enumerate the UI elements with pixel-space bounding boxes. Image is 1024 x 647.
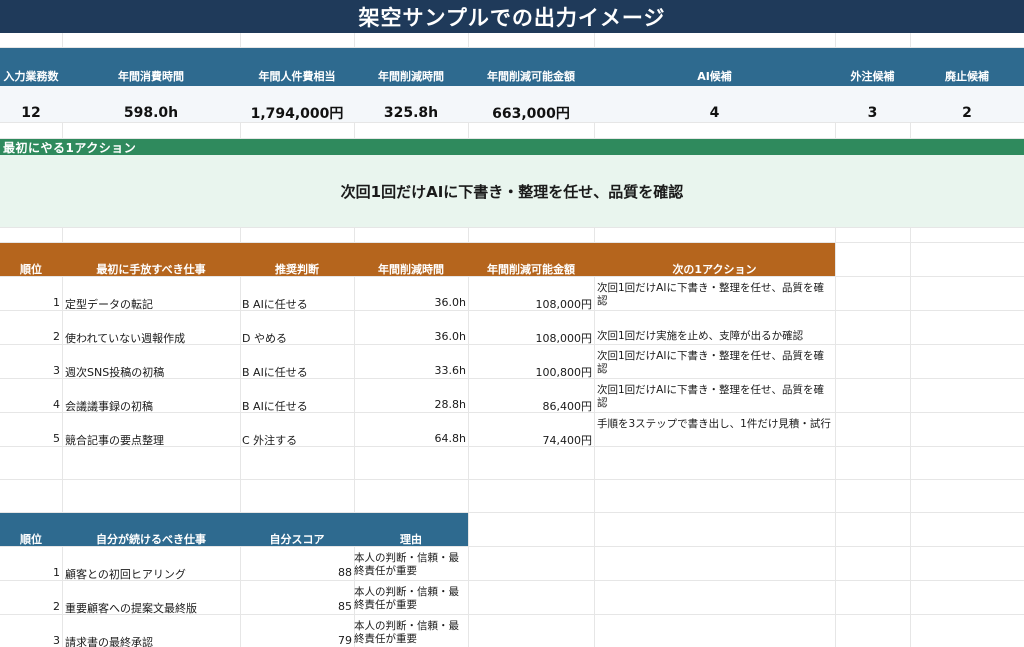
task-hours[interactable]: 64.8h [354,432,466,445]
task-header-next-action[interactable]: 次の1アクション [594,262,835,276]
kpi-value-abolish-candidates[interactable]: 2 [910,104,1024,122]
task-name[interactable]: 定型データの転記 [65,296,153,312]
kpi-value-ai-candidates[interactable]: 4 [594,104,835,122]
task-rank[interactable]: 1 [0,296,60,309]
keep-score[interactable]: 85 [240,600,352,613]
table-row[interactable]: 3 請求書の最終承認 79 本人の判断・信頼・最終責任が重要 [0,615,468,647]
task-rank[interactable]: 3 [0,364,60,377]
task-judge[interactable]: C 外注する [242,432,297,448]
table-row[interactable]: 1 定型データの転記 B AIに任せる 36.0h 108,000円 次回1回だ… [0,277,835,311]
task-name[interactable]: 競合記事の要点整理 [65,432,164,448]
keep-header-task[interactable]: 自分が続けるべき仕事 [62,532,240,546]
kpi-header-labor-cost[interactable]: 年間人件費相当 [240,68,354,84]
task-rank[interactable]: 5 [0,432,60,445]
task-header-judge[interactable]: 推奨判断 [240,262,354,276]
kpi-value-reduced-hours[interactable]: 325.8h [354,104,468,122]
task-header-hours[interactable]: 年間削減時間 [354,262,468,276]
first-action-text[interactable]: 次回1回だけAIに下書き・整理を任せ、品質を確認 [0,155,1024,227]
keep-rank[interactable]: 3 [0,634,60,647]
task-next-action[interactable]: 次回1回だけAIに下書き・整理を任せ、品質を確認 [597,282,832,308]
task-name[interactable]: 会議議事録の初稿 [65,398,153,414]
kpi-value-annual-hours[interactable]: 598.0h [62,104,240,122]
table-row[interactable]: 5 競合記事の要点整理 C 外注する 64.8h 74,400円 手順を3ステッ… [0,413,835,447]
task-next-action[interactable]: 手順を3ステップで書き出し、1件だけ見積・試行 [597,418,832,431]
task-name[interactable]: 使われていない週報作成 [65,330,185,346]
task-rank[interactable]: 2 [0,330,60,343]
task-rank[interactable]: 4 [0,398,60,411]
kpi-header-input-count[interactable]: 入力業務数 [0,68,62,84]
task-name[interactable]: 週次SNS投稿の初稿 [65,364,164,380]
gridline [910,33,911,647]
task-hours[interactable]: 33.6h [354,364,466,377]
keep-rank[interactable]: 1 [0,566,60,579]
gridline [835,33,836,647]
task-next-action[interactable]: 次回1回だけAIに下書き・整理を任せ、品質を確認 [597,384,832,410]
kpi-value-reduced-amount[interactable]: 663,000円 [468,104,594,122]
kpi-header-reduced-amount[interactable]: 年間削減可能金額 [468,68,594,84]
task-header-amount[interactable]: 年間削減可能金額 [468,262,594,276]
task-hours[interactable]: 36.0h [354,330,466,343]
kpi-header-annual-hours[interactable]: 年間消費時間 [62,68,240,84]
kpi-header-outsource-candidates[interactable]: 外注候補 [835,68,910,84]
keep-reason[interactable]: 本人の判断・信頼・最終責任が重要 [354,552,464,578]
task-hours[interactable]: 28.8h [354,398,466,411]
keep-score[interactable]: 79 [240,634,352,647]
task-judge[interactable]: D やめる [242,330,287,346]
keep-reason[interactable]: 本人の判断・信頼・最終責任が重要 [354,620,464,646]
task-header-task[interactable]: 最初に手放すべき仕事 [62,262,240,276]
kpi-value-input-count[interactable]: 12 [0,104,62,122]
keep-header-score[interactable]: 自分スコア [240,532,354,546]
keep-task[interactable]: 顧客との初回ヒアリング [65,566,186,582]
gridline [0,479,1024,480]
task-amount[interactable]: 74,400円 [468,432,593,448]
task-amount[interactable]: 108,000円 [468,296,593,312]
task-next-action[interactable]: 次回1回だけ実施を止め、支障が出るか確認 [597,330,832,343]
task-next-action[interactable]: 次回1回だけAIに下書き・整理を任せ、品質を確認 [597,350,832,376]
task-header-rank[interactable]: 順位 [0,262,62,276]
task-amount[interactable]: 100,800円 [468,364,593,380]
first-action-heading[interactable]: 最初にやる1アクション [0,139,1024,155]
table-row[interactable]: 1 顧客との初回ヒアリング 88 本人の判断・信頼・最終責任が重要 [0,547,468,581]
keep-rank[interactable]: 2 [0,600,60,613]
kpi-header-reduced-hours[interactable]: 年間削減時間 [354,68,468,84]
table-row[interactable]: 2 重要顧客への提案文最終版 85 本人の判断・信頼・最終責任が重要 [0,581,468,615]
keep-task[interactable]: 重要顧客への提案文最終版 [65,600,197,616]
table-row[interactable]: 4 会議議事録の初稿 B AIに任せる 28.8h 86,400円 次回1回だけ… [0,379,835,413]
task-judge[interactable]: B AIに任せる [242,398,308,414]
table-row[interactable]: 3 週次SNS投稿の初稿 B AIに任せる 33.6h 100,800円 次回1… [0,345,835,379]
page-title: 架空サンプルでの出力イメージ [0,0,1024,33]
gridline [0,227,1024,228]
keep-task[interactable]: 請求書の最終承認 [65,634,153,647]
task-amount[interactable]: 108,000円 [468,330,593,346]
kpi-value-outsource-candidates[interactable]: 3 [835,104,910,122]
table-row[interactable]: 2 使われていない週報作成 D やめる 36.0h 108,000円 次回1回だ… [0,311,835,345]
keep-header-reason[interactable]: 理由 [354,532,468,546]
kpi-header-ai-candidates[interactable]: AI候補 [594,68,835,84]
kpi-value-labor-cost[interactable]: 1,794,000円 [240,104,354,122]
task-judge[interactable]: B AIに任せる [242,296,308,312]
keep-reason[interactable]: 本人の判断・信頼・最終責任が重要 [354,586,464,612]
task-hours[interactable]: 36.0h [354,296,466,309]
task-judge[interactable]: B AIに任せる [242,364,308,380]
kpi-header-abolish-candidates[interactable]: 廃止候補 [910,68,1024,84]
keep-header-rank[interactable]: 順位 [0,532,62,546]
keep-score[interactable]: 88 [240,566,352,579]
task-amount[interactable]: 86,400円 [468,398,593,414]
